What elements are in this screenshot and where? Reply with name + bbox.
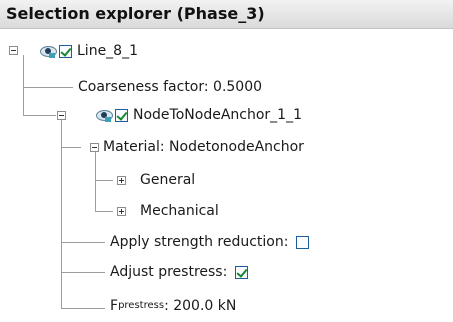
anchor-visibility-checkbox[interactable] — [115, 108, 128, 122]
expand-icon[interactable] — [117, 207, 126, 216]
collapse-icon[interactable] — [9, 46, 18, 55]
eye-icon[interactable] — [96, 108, 113, 122]
tree-connector — [61, 272, 105, 273]
general-label: General — [140, 172, 196, 188]
collapse-icon[interactable] — [57, 111, 66, 120]
tree-item-general[interactable]: General — [140, 169, 195, 191]
tree-connector — [23, 115, 56, 116]
tree-connector — [61, 308, 105, 309]
tree-item-line[interactable]: Line_8_1 — [40, 40, 138, 62]
line-visibility-checkbox[interactable] — [59, 44, 72, 58]
tree-connector — [61, 147, 81, 148]
f-prestress-value: : 200.0 kN — [164, 298, 237, 314]
selection-tree: Line_8_1 Coarseness factor: 0.5000 NodeT… — [0, 28, 453, 322]
tree-connector — [95, 211, 113, 212]
selection-explorer-panel: Selection explorer (Phase_3) Line_8_1 Co… — [0, 0, 453, 322]
tree-item-apply-strength-reduction: Apply strength reduction: — [110, 231, 314, 253]
tree-item-f-prestress: F prestress : 200.0 kN — [110, 295, 236, 317]
material-label: Material: NodetonodeAnchor — [103, 139, 304, 155]
tree-connector — [23, 87, 73, 88]
panel-header: Selection explorer (Phase_3) — [0, 0, 453, 29]
tree-item-material[interactable]: Material: NodetonodeAnchor — [103, 136, 304, 158]
tree-connector — [95, 180, 113, 181]
tree-item-anchor[interactable]: NodeToNodeAnchor_1_1 — [96, 104, 302, 126]
tree-connector — [61, 242, 105, 243]
coarseness-label: Coarseness factor: 0.5000 — [78, 79, 263, 95]
adjust-prestress-checkbox[interactable] — [235, 265, 249, 279]
tree-item-anchor-label: NodeToNodeAnchor_1_1 — [133, 107, 302, 123]
apply-strength-reduction-label: Apply strength reduction: — [110, 234, 289, 250]
eye-icon[interactable] — [40, 44, 57, 58]
tree-item-mechanical[interactable]: Mechanical — [140, 200, 219, 222]
f-prestress-symbol: F — [110, 298, 119, 314]
tree-connector — [61, 120, 62, 309]
panel-title: Selection explorer (Phase_3) — [6, 4, 265, 23]
f-prestress-subscript: prestress — [118, 300, 165, 311]
tree-item-coarseness: Coarseness factor: 0.5000 — [78, 76, 262, 98]
tree-connector — [95, 152, 96, 212]
tree-item-line-label: Line_8_1 — [77, 43, 138, 59]
apply-strength-reduction-checkbox[interactable] — [296, 235, 310, 249]
expand-icon[interactable] — [117, 176, 126, 185]
mechanical-label: Mechanical — [140, 203, 219, 219]
collapse-icon[interactable] — [90, 143, 99, 152]
tree-item-adjust-prestress: Adjust prestress: — [110, 261, 253, 283]
tree-connector — [23, 87, 24, 116]
adjust-prestress-label: Adjust prestress: — [110, 264, 228, 280]
tree-connector — [23, 55, 24, 87]
